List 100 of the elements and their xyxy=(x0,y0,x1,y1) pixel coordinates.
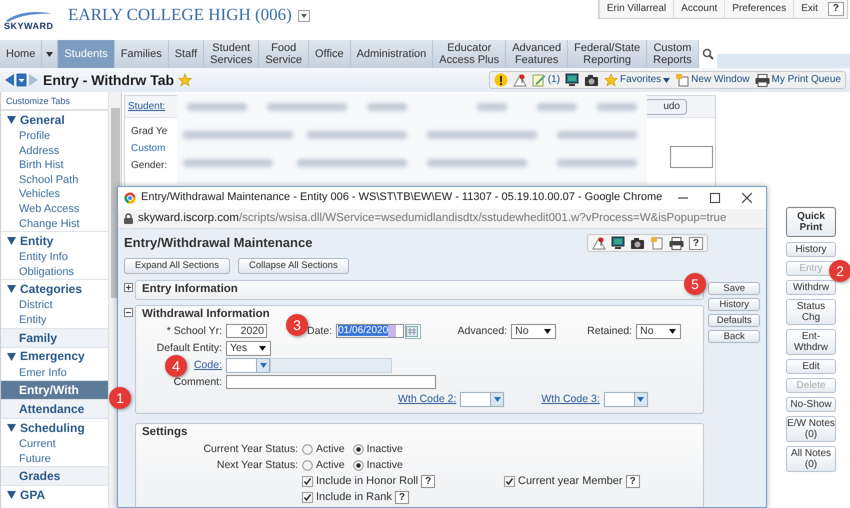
star-icon[interactable] xyxy=(604,73,618,87)
sidebar-tab[interactable]: Attendance xyxy=(1,399,108,418)
side-button[interactable]: Withdrw xyxy=(786,280,836,295)
dropdown[interactable] xyxy=(460,392,504,407)
monitor-icon[interactable] xyxy=(610,236,625,250)
note-icon[interactable] xyxy=(650,236,664,250)
radio-button[interactable] xyxy=(352,444,364,455)
dropdown[interactable]: No xyxy=(636,324,682,339)
action-button[interactable]: Defaults xyxy=(708,314,760,327)
help-button[interactable]: ? xyxy=(626,474,640,488)
toolbar-button[interactable]: New Window xyxy=(675,73,750,87)
nav-tab[interactable]: Administration xyxy=(350,40,434,68)
side-button[interactable]: No-Show xyxy=(786,397,836,412)
help-button[interactable]: ? xyxy=(421,474,436,488)
sidebar-link[interactable]: Future xyxy=(1,452,108,466)
side-button[interactable]: Quick Print xyxy=(786,207,836,237)
help-button[interactable]: ? xyxy=(394,490,409,504)
notes-icon[interactable] xyxy=(532,73,546,87)
dropdown[interactable] xyxy=(604,392,648,407)
date-field[interactable]: 01/06/2020 xyxy=(336,324,404,338)
section-button[interactable]: Collapse All Sections xyxy=(238,258,349,274)
dropdown[interactable]: Yes xyxy=(226,340,271,356)
sidebar-link[interactable]: District xyxy=(1,298,108,313)
printer-icon[interactable] xyxy=(754,74,770,86)
toolbar-button[interactable]: My Print Queue xyxy=(754,74,841,86)
nav-tab[interactable]: Advanced Features xyxy=(506,40,568,68)
field-link[interactable]: Custom xyxy=(131,143,168,155)
sidebar-link[interactable]: Emer Info xyxy=(1,366,108,380)
checkbox[interactable] xyxy=(504,476,515,487)
nav-tab[interactable]: Food Service xyxy=(259,40,310,68)
checkbox[interactable] xyxy=(302,492,313,503)
camera-icon[interactable] xyxy=(630,236,645,250)
side-button[interactable]: History xyxy=(786,242,836,257)
dropdown-icon[interactable] xyxy=(16,73,27,87)
warning-icon[interactable] xyxy=(592,236,606,250)
nav-tab[interactable]: Custom Reports xyxy=(647,40,699,68)
nav-tab[interactable]: Federal/State Reporting xyxy=(568,40,648,68)
minus-icon[interactable] xyxy=(124,308,133,317)
toolbar-button[interactable]: (1) xyxy=(532,73,560,87)
nav-tab[interactable]: Student Services xyxy=(204,40,260,68)
warning-icon[interactable] xyxy=(512,73,527,87)
search-button[interactable] xyxy=(698,40,717,68)
nav-tab[interactable]: Families xyxy=(114,40,169,68)
field-link[interactable]: Code: xyxy=(193,359,226,372)
printer-icon[interactable] xyxy=(668,236,684,250)
menu-button[interactable] xyxy=(42,40,58,68)
alert-icon[interactable] xyxy=(494,73,508,87)
sidebar-link[interactable]: Entity xyxy=(1,312,108,328)
sidebar-link[interactable]: Profile xyxy=(1,129,108,144)
sidebar-link[interactable]: Vehicles xyxy=(1,187,108,202)
sidebar-link[interactable]: School Path xyxy=(1,172,108,188)
field-link[interactable]: Wth Code 3: xyxy=(541,393,604,406)
help-button[interactable]: ? xyxy=(828,2,844,16)
nav-tab[interactable]: Office xyxy=(309,40,351,68)
monitor-icon[interactable] xyxy=(565,73,580,87)
dropdown[interactable] xyxy=(226,358,270,373)
close-icon[interactable] xyxy=(742,193,752,203)
field-link[interactable]: Wth Code 2: xyxy=(398,393,460,406)
nav-tab[interactable]: Educator Access Plus xyxy=(433,40,506,68)
input-field[interactable]: 2020 xyxy=(226,324,267,338)
menu-link[interactable]: Exit xyxy=(793,0,825,18)
sidebar-link[interactable]: Current xyxy=(1,437,108,452)
action-button[interactable]: History xyxy=(708,298,760,311)
side-button[interactable]: Edit xyxy=(786,359,836,374)
input-field[interactable] xyxy=(670,146,713,168)
section-button[interactable]: Expand All Sections xyxy=(124,258,230,274)
back-arrow-icon[interactable] xyxy=(4,73,15,87)
maximize-icon[interactable] xyxy=(710,193,720,203)
side-button[interactable]: Ent-Wthdrw xyxy=(786,329,836,355)
sidebar-link[interactable]: Obligations xyxy=(1,264,108,280)
new-window-icon[interactable] xyxy=(675,73,690,87)
dropdown-icon[interactable] xyxy=(298,10,310,22)
sidebar-link[interactable]: Web Access xyxy=(1,202,108,217)
radio-button[interactable] xyxy=(352,460,364,471)
radio-button[interactable] xyxy=(302,444,313,455)
toolbar-button[interactable]: Favorites xyxy=(604,73,670,87)
sidebar-link[interactable]: Change Hist xyxy=(1,216,108,232)
action-button[interactable]: Back xyxy=(708,330,760,343)
radio-button[interactable] xyxy=(302,460,313,471)
sidebar-link[interactable]: Address xyxy=(1,144,108,158)
side-button[interactable]: Status Chg xyxy=(786,299,836,325)
nav-tab[interactable]: Staff xyxy=(168,40,204,68)
action-button[interactable]: Save xyxy=(708,282,760,295)
side-button[interactable]: All Notes (0) xyxy=(786,446,836,472)
sidebar-tab[interactable]: Entry/With xyxy=(1,380,108,400)
camera-icon[interactable] xyxy=(584,74,600,86)
student-link[interactable]: Student: xyxy=(128,100,166,112)
sidebar-tab[interactable]: Family xyxy=(1,328,108,347)
nav-tab[interactable]: Home xyxy=(0,40,42,68)
menu-link[interactable]: Account xyxy=(673,0,724,18)
calendar-button[interactable] xyxy=(405,324,422,339)
action-button[interactable]: udo xyxy=(644,98,687,114)
star-icon[interactable] xyxy=(178,73,192,87)
input-field[interactable] xyxy=(226,375,436,390)
sidebar-tab[interactable]: Grades xyxy=(1,466,108,486)
menu-link[interactable]: Preferences xyxy=(724,0,794,18)
plus-icon[interactable] xyxy=(124,283,133,292)
sidebar-link[interactable]: Birth Hist xyxy=(1,158,108,173)
dropdown[interactable]: No xyxy=(511,324,556,339)
sidebar-link[interactable]: Entity Info xyxy=(1,250,108,265)
